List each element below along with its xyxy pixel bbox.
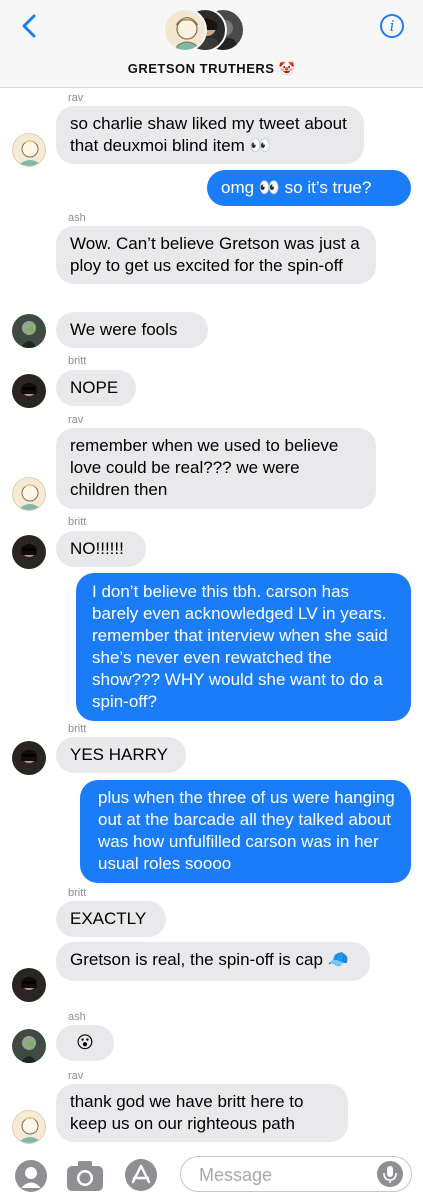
- sender-name: rav: [68, 414, 84, 426]
- britt-avatar: [12, 374, 46, 408]
- incoming-message-bubble[interactable]: so charlie shaw liked my tweet about tha…: [56, 106, 364, 164]
- incoming-message-bubble[interactable]: thank god we have britt here to keep us …: [56, 1084, 348, 1142]
- camera-icon[interactable]: [66, 1160, 104, 1192]
- group-avatar-stack[interactable]: [163, 8, 253, 56]
- sender-name: britt: [68, 355, 87, 367]
- ash-avatar: [12, 1029, 46, 1063]
- info-button[interactable]: i: [380, 14, 404, 38]
- microphone-icon[interactable]: [377, 1161, 403, 1187]
- britt-avatar: [12, 741, 46, 775]
- sender-name: rav: [68, 1070, 84, 1082]
- rav-avatar: [12, 133, 46, 167]
- app-store-icon[interactable]: [124, 1158, 158, 1192]
- message-input[interactable]: [197, 1163, 371, 1187]
- sender-name: ash: [68, 212, 86, 224]
- incoming-message-bubble[interactable]: NO!!!!!!: [56, 531, 146, 567]
- sender-name: britt: [68, 516, 87, 528]
- memoji-icon[interactable]: [14, 1159, 48, 1193]
- ash-avatar: [12, 314, 46, 348]
- incoming-message-bubble[interactable]: 😮: [56, 1025, 114, 1061]
- outgoing-message-bubble[interactable]: I don’t believe this tbh. carson has bar…: [76, 573, 411, 721]
- incoming-message-bubble[interactable]: Wow. Can’t believe Gretson was just a pl…: [56, 226, 376, 284]
- group-member-avatar: [163, 8, 207, 52]
- sender-name: ash: [68, 1011, 86, 1023]
- sender-name: britt: [68, 723, 87, 735]
- incoming-message-bubble[interactable]: Gretson is real, the spin-off is cap 🧢: [56, 942, 370, 981]
- message-composer: [0, 1150, 423, 1200]
- incoming-message-bubble[interactable]: YES HARRY: [56, 737, 186, 773]
- group-title-text: GRETSON TRUTHERS: [127, 61, 275, 76]
- britt-avatar: [12, 535, 46, 569]
- sender-name: britt: [68, 887, 87, 899]
- incoming-message-bubble[interactable]: NOPE: [56, 370, 136, 406]
- sender-name: rav: [68, 92, 84, 104]
- conversation-header: i GRETSON TRUTHERS 🤡: [0, 0, 423, 88]
- outgoing-message-bubble[interactable]: omg 👀 so it’s true?: [207, 170, 411, 206]
- rav-avatar: [12, 477, 46, 511]
- incoming-message-bubble[interactable]: EXACTLY: [56, 901, 166, 937]
- incoming-message-bubble[interactable]: remember when we used to believe love co…: [56, 428, 376, 509]
- message-input-field[interactable]: [180, 1156, 412, 1192]
- incoming-message-bubble[interactable]: We were fools: [56, 312, 208, 348]
- outgoing-message-bubble[interactable]: plus when the three of us were hanging o…: [80, 780, 411, 883]
- clown-emoji-icon: 🤡: [278, 61, 296, 76]
- rav-avatar: [12, 1110, 46, 1144]
- back-chevron-icon[interactable]: [18, 14, 42, 38]
- group-title[interactable]: GRETSON TRUTHERS 🤡: [0, 61, 423, 77]
- britt-avatar: [12, 968, 46, 1002]
